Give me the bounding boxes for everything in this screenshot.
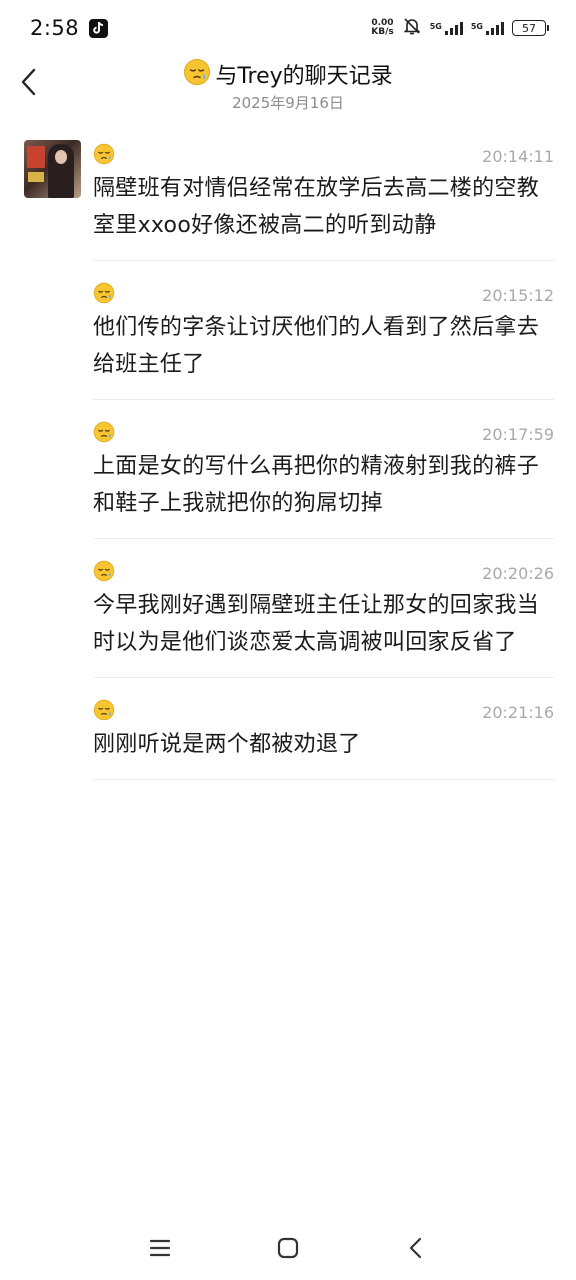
chat-date: 2025年9月16日 (232, 94, 344, 112)
header: 与Trey的聊天记录 2025年9月16日 (0, 56, 576, 120)
message-header: 20:17:59 (93, 421, 554, 447)
network-speed: 0.00 KB/s (371, 19, 393, 37)
title-block: 与Trey的聊天记录 2025年9月16日 (0, 56, 576, 113)
signal-1-label: 5G (429, 21, 442, 31)
chat-history-screen: 2:58 0.00 KB/s 5G 5G 57 与Trey的聊天记录 2025年… (0, 0, 576, 1280)
message-header: 20:15:12 (93, 282, 554, 308)
message-item: 20:20:26 今早我刚好遇到隔壁班主任让那女的回家我当时以为是他们谈恋爱太高… (93, 555, 554, 678)
message-time: 20:21:16 (482, 702, 554, 722)
sleepy-face-icon (93, 699, 115, 725)
message-time: 20:14:11 (482, 146, 554, 166)
menu-button[interactable] (145, 1233, 175, 1263)
message-text[interactable]: 刚刚听说是两个都被劝退了 (93, 726, 554, 763)
message-text[interactable]: 上面是女的写什么再把你的精液射到我的裤子和鞋子上我就把你的狗屌切掉 (93, 448, 554, 522)
back-icon (409, 1237, 422, 1259)
title-row: 与Trey的聊天记录 (183, 58, 393, 90)
system-nav-bar (0, 1220, 576, 1276)
avatar[interactable] (24, 140, 81, 198)
message-item: 20:21:16 刚刚听说是两个都被劝退了 (93, 694, 554, 780)
status-left: 2:58 (30, 16, 109, 40)
message-time: 20:20:26 (482, 563, 554, 583)
sleepy-face-icon (93, 282, 115, 308)
mute-bell-icon (402, 16, 422, 40)
message-item: 20:14:11 隔壁班有对情侣经常在放学后去高二楼的空教室里xxoo好像还被高… (93, 138, 554, 261)
status-right: 0.00 KB/s 5G 5G 57 (371, 16, 549, 40)
message-text[interactable]: 他们传的字条让讨厌他们的人看到了然后拿去给班主任了 (93, 309, 554, 383)
sleepy-face-icon (183, 58, 211, 90)
message-list: 20:14:11 隔壁班有对情侣经常在放学后去高二楼的空教室里xxoo好像还被高… (93, 138, 554, 796)
status-bar: 2:58 0.00 KB/s 5G 5G 57 (0, 0, 576, 56)
network-speed-unit: KB/s (371, 27, 394, 37)
message-text[interactable]: 隔壁班有对情侣经常在放学后去高二楼的空教室里xxoo好像还被高二的听到动静 (93, 170, 554, 244)
message-header: 20:14:11 (93, 143, 554, 169)
home-button[interactable] (273, 1233, 303, 1263)
signal-icon-2: 5G (470, 21, 504, 35)
status-time: 2:58 (30, 16, 80, 40)
sleepy-face-icon (93, 143, 115, 169)
message-time: 20:17:59 (482, 424, 554, 444)
home-icon (277, 1237, 299, 1259)
battery-icon: 57 (512, 20, 549, 36)
message-item: 20:17:59 上面是女的写什么再把你的精液射到我的裤子和鞋子上我就把你的狗屌… (93, 416, 554, 539)
battery-level: 57 (522, 21, 536, 35)
message-item: 20:15:12 他们传的字条让讨厌他们的人看到了然后拿去给班主任了 (93, 277, 554, 400)
signal-icon: 5G (429, 21, 463, 35)
message-header: 20:21:16 (93, 699, 554, 725)
nav-back-button[interactable] (401, 1233, 431, 1263)
page-title: 与Trey的聊天记录 (215, 64, 393, 89)
menu-icon (149, 1239, 171, 1257)
message-text[interactable]: 今早我刚好遇到隔壁班主任让那女的回家我当时以为是他们谈恋爱太高调被叫回家反省了 (93, 587, 554, 661)
tiktok-icon (89, 18, 109, 38)
message-header: 20:20:26 (93, 560, 554, 586)
sleepy-face-icon (93, 421, 115, 447)
signal-2-label: 5G (470, 21, 483, 31)
sleepy-face-icon (93, 560, 115, 586)
message-time: 20:15:12 (482, 285, 554, 305)
